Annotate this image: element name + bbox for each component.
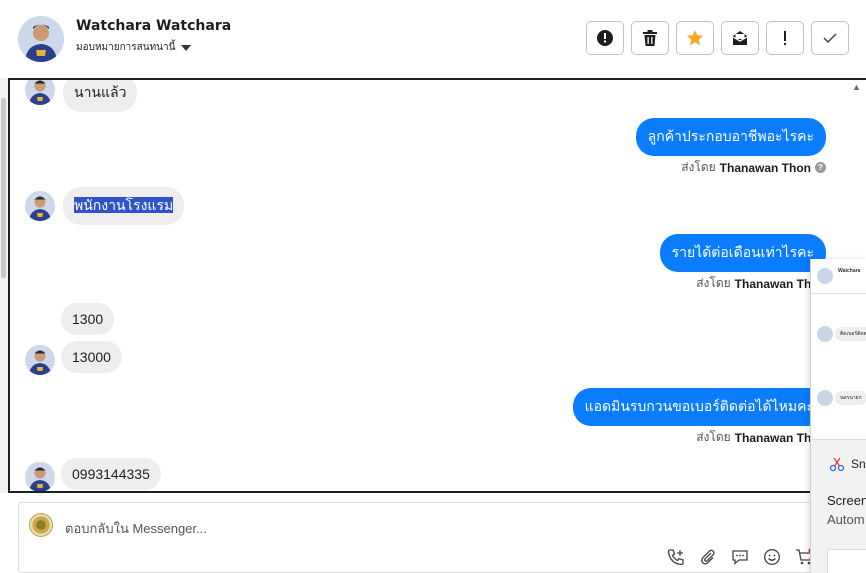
composer-toolbar [667,548,813,566]
reply-composer[interactable]: ตอบกลับใน Messenger... [18,502,866,573]
saved-reply-button[interactable] [731,548,749,566]
mark-done-button[interactable] [811,21,849,55]
reply-input[interactable]: ตอบกลับใน Messenger... [65,518,207,539]
message-bubble-outgoing[interactable]: ลูกค้าประกอบอาชีพอะไรคะ [635,118,826,156]
page-logo-icon [29,513,53,537]
mark-unread-button[interactable] [721,21,759,55]
snipping-tool-panel: Sni Screen Autom [811,439,866,573]
avatar [25,462,55,491]
mark-unread-icon [732,31,748,45]
sent-by-label: ส่งโดย Thanawan Thon [696,430,826,445]
notification-title: Screen [827,493,866,508]
avatar [817,390,833,406]
call-add-button[interactable] [667,548,685,566]
notification-thumbnail[interactable] [827,549,866,573]
smiley-icon [764,549,780,565]
report-button[interactable] [586,21,624,55]
preview-thumbnail: Watchara ติดเบอร์ติดต นครนายก [811,259,866,439]
toolbar [586,21,849,55]
sent-by-label: ส่งโดย Thanawan Thon [696,276,826,291]
avatar [25,345,55,375]
snipping-tool-title: Sni [829,456,866,472]
message-bubble-incoming[interactable]: 0993144335 [61,458,161,490]
avatar [25,80,55,105]
exclamation-icon [784,31,786,45]
star-button[interactable] [676,21,714,55]
message-bubble-outgoing[interactable]: รายได้ต่อเดือนเท่าไรคะ [659,234,826,272]
emoji-button[interactable] [763,548,781,566]
message-bubble-incoming[interactable]: 13000 [61,341,122,373]
left-scrollbar[interactable] [0,78,8,493]
message-bubble-incoming[interactable]: พนักงานโรงแรม [63,187,185,225]
notification-body: Autom [827,512,865,527]
message-bubble-outgoing[interactable]: แอดมินรบกวนขอเบอร์ติดต่อได้ไหมคะ [572,388,826,426]
avatar [817,326,833,342]
scroll-up-arrow-icon[interactable]: ▲ [852,82,861,92]
phone-plus-icon [667,549,684,566]
follow-up-button[interactable] [766,21,804,55]
attach-button[interactable] [699,548,717,566]
avatar [817,268,833,284]
help-icon[interactable]: ? [815,162,826,173]
preview-contact-name: Watchara [838,268,861,274]
screenshot-preview-window[interactable]: Watchara ติดเบอร์ติดต นครนายก Sni Screen… [810,259,866,573]
sent-by-label: ส่งโดย Thanawan Thon? [681,158,826,177]
check-icon [823,33,837,44]
message-thread: นานแล้ว ลูกค้าประกอบอาชีพอะไรคะ ส่งโดย Th… [8,78,866,493]
chat-bubble-icon [732,550,748,565]
avatar [25,191,55,221]
selected-text: พนักงานโรงแรม [74,197,174,213]
caret-down-icon [181,44,192,51]
preview-bubble: นครนายก [835,391,866,405]
trash-icon [643,30,657,46]
contact-name: Watchara Watchara [76,18,232,34]
paperclip-icon [701,549,715,565]
conversation-header: Watchara Watchara มอบหมายการสนทนานี้ [0,0,866,78]
assign-conversation-dropdown[interactable]: มอบหมายการสนทนานี้ [76,40,192,55]
delete-button[interactable] [631,21,669,55]
star-icon [687,30,703,46]
preview-bubble: ติดเบอร์ติดต [835,327,866,341]
message-bubble-incoming[interactable]: 1300 [61,303,115,335]
message-bubble-incoming[interactable]: นานแล้ว [63,80,138,112]
snipping-tool-icon [829,457,845,472]
avatar[interactable] [18,16,64,62]
assign-label: มอบหมายการสนทนานี้ [76,42,176,53]
alert-circle-icon [597,30,613,46]
